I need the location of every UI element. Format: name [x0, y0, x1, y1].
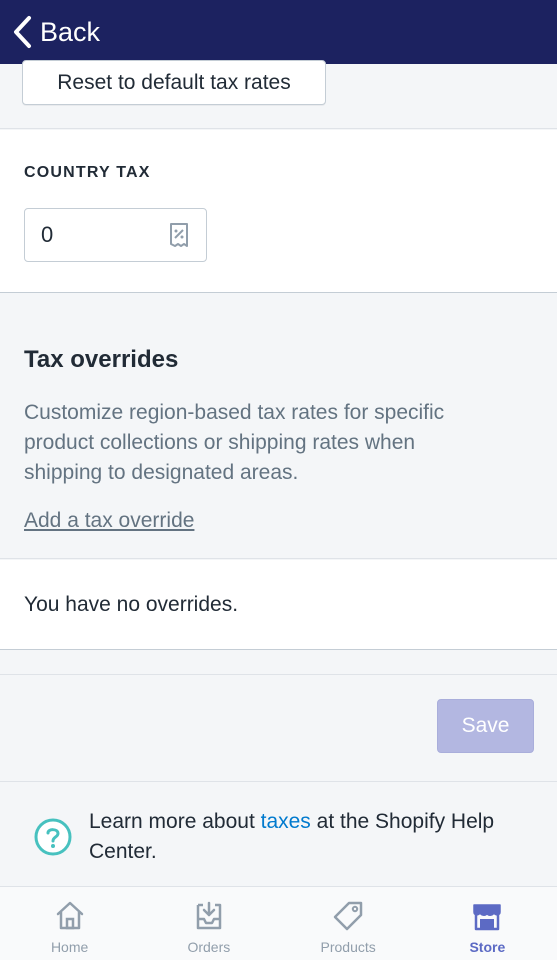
reset-section: Reset to default tax rates: [0, 60, 557, 129]
tab-orders-label: Orders: [187, 939, 231, 955]
tab-orders[interactable]: Orders: [139, 887, 278, 960]
bottom-tab-bar: Home Orders Products Store: [0, 886, 557, 960]
percent-receipt-icon: [170, 223, 188, 247]
save-section: Save: [0, 674, 557, 782]
tab-store[interactable]: Store: [418, 887, 557, 960]
tab-home[interactable]: Home: [0, 887, 139, 960]
tax-overrides-description: Customize region-based tax rates for spe…: [24, 401, 445, 484]
help-section: Learn more about taxes at the Shopify He…: [0, 783, 557, 886]
save-button[interactable]: Save: [437, 699, 534, 753]
country-tax-input[interactable]: 0: [24, 208, 207, 262]
orders-icon: [196, 901, 222, 930]
tab-products-label: Products: [320, 939, 376, 955]
help-text: Learn more about taxes at the Shopify He…: [89, 807, 509, 867]
no-overrides-card: You have no overrides.: [0, 560, 557, 650]
country-tax-heading: COUNTRY TAX: [24, 164, 151, 181]
chevron-left-icon: [14, 16, 31, 48]
reset-tax-rates-button[interactable]: Reset to default tax rates: [22, 60, 326, 105]
tab-store-label: Store: [469, 939, 506, 955]
country-tax-card: COUNTRY TAX 0: [0, 130, 557, 293]
help-text-prefix: Learn more about: [89, 810, 261, 833]
home-icon: [56, 901, 83, 930]
tab-home-label: Home: [50, 939, 89, 955]
top-bar: Back: [0, 0, 557, 64]
country-tax-value[interactable]: 0: [41, 222, 168, 248]
tax-overrides-section: Tax overrides Customize region-based tax…: [0, 294, 557, 559]
back-label: Back: [40, 16, 101, 47]
tax-overrides-title: Tax overrides: [24, 346, 179, 373]
taxes-help-link[interactable]: taxes: [261, 810, 311, 833]
tab-products[interactable]: Products: [279, 887, 418, 960]
store-icon: [473, 904, 502, 931]
question-circle-icon: [34, 818, 72, 856]
add-tax-override-link[interactable]: Add a tax override: [24, 509, 194, 533]
no-overrides-text: You have no overrides.: [24, 593, 239, 616]
back-button[interactable]: Back: [0, 0, 100, 64]
tag-icon: [333, 901, 363, 931]
